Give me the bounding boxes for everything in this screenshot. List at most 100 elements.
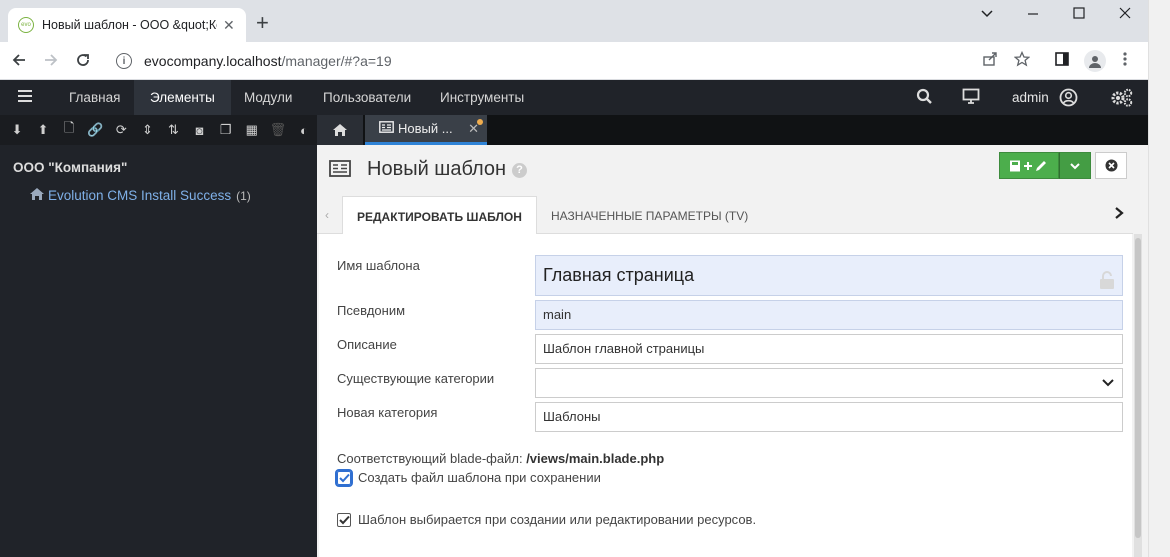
profile-avatar-icon[interactable] [1084,50,1106,72]
new-category-value: Шаблоны [543,409,601,424]
nav-item-tools[interactable]: Инструменты [424,80,540,115]
selectable-checkbox[interactable] [337,512,351,527]
cancel-button[interactable] [1095,152,1127,179]
new-tab-button[interactable]: + [256,12,269,34]
tab-assigned-tv[interactable]: НАЗНАЧЕННЫЕ ПАРАМЕТРЫ (TV) [551,196,748,234]
nav-item-modules[interactable]: Модули [228,80,308,115]
page-title: Новый шаблон [367,158,507,180]
collapse-icon[interactable]: ⬆ [30,122,56,138]
form-tabs: ‹ РЕДАКТИРОВАТЬ ШАБЛОН НАЗНАЧЕННЫЕ ПАРАМ… [317,196,1133,235]
template-name-value: Главная страница [543,265,695,285]
tabs-next-icon[interactable] [1114,206,1124,223]
grid-icon[interactable]: ▦ [239,122,265,138]
new-weblink-icon[interactable]: 🔗 [82,122,108,138]
menu-icon[interactable] [16,87,34,110]
selectable-option[interactable]: Шаблон выбирается при создании или редак… [337,512,756,527]
browser-tab[interactable]: evo Новый шаблон - ООО &quot;Ко ✕ [8,8,246,42]
doc-tab-label: Новый ... [398,121,453,136]
refresh-icon[interactable]: ⟳ [108,122,134,138]
back-icon[interactable] [10,51,28,74]
category-label: Существующие категории [337,371,495,386]
browser-address-bar: i evocompany.localhost/manager/#?a=19 [0,42,1148,80]
monitor-icon[interactable] [962,88,980,110]
search-icon[interactable] [916,88,933,110]
template-icon [329,160,351,182]
tab-new-template[interactable]: Новый ... ✕ [365,115,487,145]
description-input[interactable]: Шаблон главной страницы [535,334,1123,364]
alias-label: Псевдоним [337,303,406,318]
sort-icon[interactable]: ⇕ [134,122,160,138]
save-options-dropdown[interactable] [1059,152,1091,179]
copy-icon[interactable]: ❐ [213,122,239,138]
camera-icon[interactable]: ◙ [187,123,213,138]
tree-node[interactable]: Evolution CMS Install Success (1) [29,187,251,204]
tree-node-count: (1) [236,188,251,203]
scrollbar-thumb[interactable] [1135,238,1141,538]
new-category-label: Новая категория [337,405,438,420]
tab-edit-template[interactable]: РЕДАКТИРОВАТЬ ШАБЛОН [342,196,537,235]
alias-value: main [543,307,572,322]
nav-item-users[interactable]: Пользователи [307,80,427,115]
description-label: Описание [337,337,397,352]
home-icon [29,187,45,204]
create-file-option[interactable]: Создать файл шаблона при сохранении [335,468,601,487]
template-icon [379,121,394,136]
site-info-icon[interactable]: i [116,53,132,69]
top-navigation: Главная Элементы Модули Пользователи Инс… [0,80,1148,115]
alias-input[interactable]: main [535,300,1123,330]
nav-item-elements[interactable]: Элементы [134,80,231,115]
tabs-prev-icon[interactable]: ‹ [325,208,329,222]
site-tree: ООО "Компания" Evolution CMS Install Suc… [0,145,317,557]
user-circle-icon[interactable] [1059,88,1078,112]
help-icon[interactable]: ? [512,163,527,178]
omnibox[interactable]: i evocompany.localhost/manager/#?a=19 [104,47,1004,75]
create-file-checkbox[interactable] [335,468,353,487]
form-panel: Имя шаблона Главная страница Псевдоним m… [319,234,1132,557]
bookmark-star-icon[interactable] [1013,50,1031,72]
forward-icon[interactable] [42,51,60,74]
side-panel-icon[interactable] [1054,51,1070,72]
content-scrollbar[interactable] [1134,234,1142,557]
tree-node-label[interactable]: Evolution CMS Install Success [48,188,231,203]
trash-icon[interactable]: 🗑 [265,122,291,138]
close-tab-icon[interactable]: ✕ [223,17,235,34]
main-content: Новый шаблон ? ‹ РЕДАКТИРОВАТЬ ШАБЛОН НА… [317,145,1148,557]
home-tab[interactable] [317,115,363,145]
expand-icon[interactable]: ⬇ [4,122,30,138]
document-tabs: Новый ... ✕ [317,115,1148,145]
user-name[interactable]: admin [1012,80,1049,115]
new-doc-icon[interactable]: 🗋 [56,119,82,141]
page-scrollbar[interactable] [1148,0,1170,557]
gears-icon[interactable] [1110,88,1134,112]
save-button[interactable] [999,152,1059,179]
tree-root-label[interactable]: ООО "Компания" [13,160,127,175]
url-host: evocompany.localhost [144,53,282,69]
minimize-icon[interactable] [980,6,994,25]
minimize-window-icon[interactable] [1026,6,1040,25]
browser-menu-icon[interactable] [1122,51,1128,72]
lock-icon[interactable] [1099,265,1115,289]
unsaved-indicator [477,119,483,125]
action-buttons [999,152,1127,179]
name-label: Имя шаблона [337,258,420,273]
reload-icon[interactable] [74,51,92,74]
create-file-label: Создать файл шаблона при сохранении [358,470,601,485]
browser-tabstrip: evo Новый шаблон - ООО &quot;Ко ✕ + [0,0,1148,42]
maximize-window-icon[interactable] [1072,6,1086,25]
share-icon[interactable] [982,51,998,72]
blade-file-info: Соответствующий blade-файл: /views/main.… [337,451,664,466]
blade-path: /views/main.blade.php [526,451,665,466]
browser-tab-title: Новый шаблон - ООО &quot;Ко [42,18,217,32]
contrast-icon[interactable]: ◐ [291,123,317,138]
selectable-label: Шаблон выбирается при создании или редак… [358,512,757,527]
description-value: Шаблон главной страницы [543,341,705,356]
category-select[interactable] [535,368,1123,398]
close-window-icon[interactable] [1118,6,1132,25]
tree-toolbar: ⬇ ⬆ 🗋 🔗 ⟳ ⇕ ⇅ ◙ ❐ ▦ 🗑 ◐ [0,115,317,145]
url-path: /manager/#?a=19 [281,53,392,69]
template-name-input[interactable]: Главная страница [535,255,1123,296]
url-text[interactable]: evocompany.localhost/manager/#?a=19 [144,53,392,69]
nav-item-home[interactable]: Главная [53,80,136,115]
sort-order-icon[interactable]: ⇅ [160,122,186,138]
new-category-input[interactable]: Шаблоны [535,402,1123,432]
